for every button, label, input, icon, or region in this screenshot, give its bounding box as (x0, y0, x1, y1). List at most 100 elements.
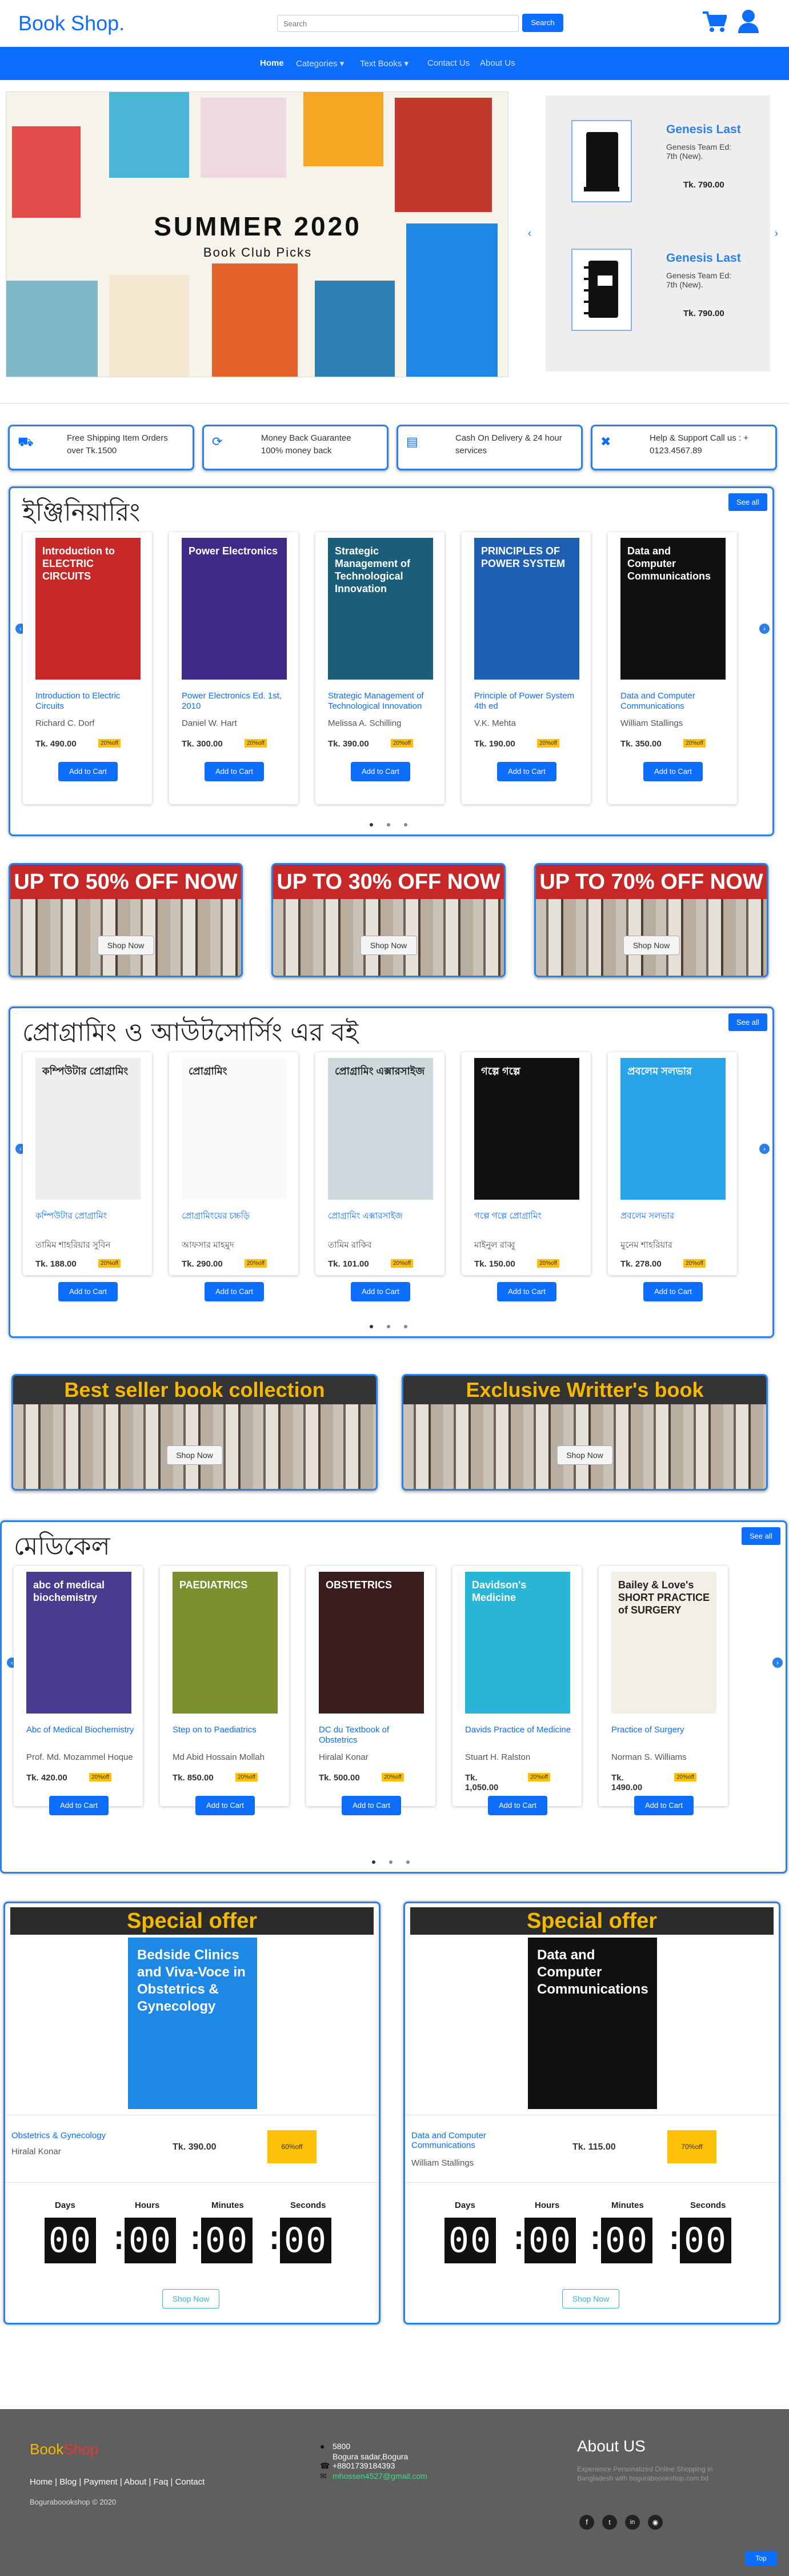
shop-now-button[interactable]: Shop Now (556, 1445, 613, 1465)
linkedin-icon[interactable]: in (625, 2515, 640, 2530)
book-title[interactable]: Practice of Surgery (611, 1725, 720, 1735)
carousel-dot[interactable] (387, 823, 390, 826)
book-title[interactable]: প্রোগ্রামিংয়ের চচ্চড়ি (182, 1211, 290, 1221)
carousel-indicators[interactable] (363, 1321, 414, 1331)
book-cover[interactable]: প্রোগ্রামিং (182, 1058, 287, 1200)
book-cover[interactable]: Introduction to ELECTRIC CIRCUITS (35, 538, 141, 680)
add-to-cart-button[interactable]: Add to Cart (497, 1282, 556, 1301)
add-to-cart-button[interactable]: Add to Cart (497, 762, 556, 781)
carousel-indicators[interactable] (363, 819, 414, 829)
product-card[interactable]: abc of medical biochemistry Abc of Medica… (14, 1566, 143, 1815)
twitter-icon[interactable]: t (602, 2515, 617, 2530)
facebook-icon[interactable]: f (579, 2515, 594, 2530)
special-book-title[interactable]: Obstetrics & Gynecology (11, 2131, 126, 2140)
book-cover[interactable]: Davidson's Medicine (465, 1572, 570, 1714)
promo-banner[interactable]: Best seller book collection Shop Now (11, 1374, 378, 1491)
add-to-cart-button[interactable]: Add to Cart (643, 762, 703, 781)
carousel-dot[interactable] (404, 1325, 407, 1328)
promo-banner[interactable]: UP TO 30% OFF NOW Shop Now (271, 863, 506, 977)
shop-now-button[interactable]: Shop Now (562, 2289, 619, 2309)
product-card[interactable]: PRINCIPLES OF POWER SYSTEM Principle of P… (462, 532, 591, 804)
promo-banner[interactable]: UP TO 70% OFF NOW Shop Now (534, 863, 768, 977)
book-title[interactable]: Data and Computer Communications (620, 691, 729, 712)
add-to-cart-button[interactable]: Add to Cart (351, 762, 410, 781)
back-to-top-button[interactable]: Top (745, 2551, 777, 2566)
carousel-dot[interactable] (370, 823, 373, 826)
product-card[interactable]: কম্পিউটার প্রোগ্রামিং কম্পিউটার প্রোগ্রাম… (23, 1052, 152, 1301)
add-to-cart-button[interactable]: Add to Cart (58, 1282, 118, 1301)
search-button[interactable]: Search (522, 14, 563, 32)
footer-email[interactable]: mhossen4527@gmail.com (333, 2471, 427, 2481)
shop-now-button[interactable]: Shop Now (166, 1445, 223, 1465)
book-cover[interactable]: প্রোগ্রামিং এক্সারসাইজ (328, 1058, 433, 1200)
product-card[interactable]: গল্পে গল্পে গল্পে গল্পে প্রোগ্রামিং মাইনুল… (462, 1052, 591, 1301)
book-title[interactable]: গল্পে গল্পে প্রোগ্রামিং (474, 1211, 583, 1221)
site-logo[interactable]: Book Shop. (18, 11, 125, 35)
book-cover[interactable]: Data and Computer Communications (528, 1938, 657, 2109)
nav-categories[interactable]: Categories ▾ (296, 58, 344, 69)
carousel-dot[interactable] (372, 1860, 375, 1864)
carousel-next-icon[interactable]: › (775, 227, 778, 239)
product-card[interactable]: OBSTETRICS DC du Textbook of Obstetrics Hi… (306, 1566, 435, 1815)
product-card[interactable]: Power Electronics Power Electronics Ed. 1… (169, 532, 298, 804)
product-card[interactable]: Introduction to ELECTRIC CIRCUITS Introdu… (23, 532, 152, 804)
carousel-dot[interactable] (389, 1860, 393, 1864)
add-to-cart-button[interactable]: Add to Cart (634, 1796, 694, 1815)
book-cover[interactable]: OBSTETRICS (319, 1572, 424, 1714)
add-to-cart-button[interactable]: Add to Cart (205, 762, 264, 781)
shop-now-button[interactable]: Shop Now (97, 936, 154, 955)
nav-home[interactable]: Home (260, 58, 284, 68)
product-card[interactable]: প্রবলেম সলভার প্রবলেম সলভার মুনেম শাহরিয়া… (608, 1052, 737, 1301)
hero-banner[interactable]: SUMMER 2020 Book Club Picks (6, 91, 508, 377)
shop-now-button[interactable]: Shop Now (623, 936, 680, 955)
side-product-title[interactable]: Genesis Last (666, 251, 741, 265)
book-title[interactable]: Principle of Power System 4th ed (474, 691, 583, 712)
product-card[interactable]: প্রোগ্রামিং প্রোগ্রামিংয়ের চচ্চড়ি আফসার … (169, 1052, 298, 1301)
book-cover[interactable]: Strategic Management of Technological In… (328, 538, 433, 680)
add-to-cart-button[interactable]: Add to Cart (58, 762, 118, 781)
shop-now-button[interactable]: Shop Now (162, 2289, 219, 2309)
book-title[interactable]: Power Electronics Ed. 1st, 2010 (182, 691, 290, 712)
book-title[interactable]: Abc of Medical Biochemistry (26, 1725, 135, 1735)
add-to-cart-button[interactable]: Add to Cart (195, 1796, 255, 1815)
footer-brand[interactable]: BookShop (30, 2441, 98, 2458)
nav-about[interactable]: About Us (480, 58, 515, 68)
side-product[interactable]: Genesis Last Genesis Team Ed: 7th (New).… (571, 246, 760, 337)
carousel-dot[interactable] (406, 1860, 410, 1864)
github-icon[interactable]: ◉ (648, 2515, 663, 2530)
promo-banner[interactable]: Exclusive Writter's book Shop Now (402, 1374, 768, 1491)
book-title[interactable]: Strategic Management of Technological In… (328, 691, 436, 712)
book-cover[interactable]: গল্পে গল্পে (474, 1058, 579, 1200)
book-cover[interactable]: Bailey & Love's SHORT PRACTICE of SURGER… (611, 1572, 716, 1714)
product-card[interactable]: প্রোগ্রামিং এক্সারসাইজ প্রোগ্রামিং এক্সার… (315, 1052, 444, 1301)
book-title[interactable]: কম্পিউটার প্রোগ্রামিং (35, 1211, 144, 1221)
see-all-button[interactable]: See all (728, 493, 767, 511)
book-title[interactable]: প্রোগ্রামিং এক্সারসাইজ (328, 1211, 436, 1221)
see-all-button[interactable]: See all (742, 1527, 780, 1545)
book-cover[interactable]: PAEDIATRICS (173, 1572, 278, 1714)
add-to-cart-button[interactable]: Add to Cart (351, 1282, 410, 1301)
book-title[interactable]: Step on to Paediatrics (173, 1725, 281, 1735)
product-card[interactable]: PAEDIATRICS Step on to Paediatrics Md Abid… (160, 1566, 289, 1815)
book-cover[interactable]: abc of medical biochemistry (26, 1572, 131, 1714)
user-icon[interactable] (737, 9, 760, 36)
product-card[interactable]: Davidson's Medicine Davids Practice of Me… (452, 1566, 582, 1815)
product-card[interactable]: Data and Computer Communications Data and… (608, 532, 737, 804)
carousel-indicators[interactable] (365, 1856, 416, 1867)
add-to-cart-button[interactable]: Add to Cart (342, 1796, 401, 1815)
product-card[interactable]: Strategic Management of Technological In… (315, 532, 444, 804)
book-cover[interactable]: Bedside Clinics and Viva-Voce in Obstetr… (128, 1938, 257, 2109)
book-cover[interactable]: Data and Computer Communications (620, 538, 726, 680)
book-cover[interactable]: Power Electronics (182, 538, 287, 680)
book-title[interactable]: Davids Practice of Medicine (465, 1725, 574, 1735)
promo-banner[interactable]: UP TO 50% OFF NOW Shop Now (9, 863, 243, 977)
special-book-title[interactable]: Data and Computer Communications (411, 2131, 526, 2150)
carousel-dot[interactable] (404, 823, 407, 826)
search-input[interactable] (277, 15, 519, 32)
carousel-dot[interactable] (387, 1325, 390, 1328)
add-to-cart-button[interactable]: Add to Cart (49, 1796, 109, 1815)
nav-text-books[interactable]: Text Books ▾ (360, 58, 408, 69)
carousel-prev-icon[interactable]: ‹ (528, 227, 531, 239)
add-to-cart-button[interactable]: Add to Cart (643, 1282, 703, 1301)
carousel-next-icon[interactable]: › (772, 1658, 783, 1668)
